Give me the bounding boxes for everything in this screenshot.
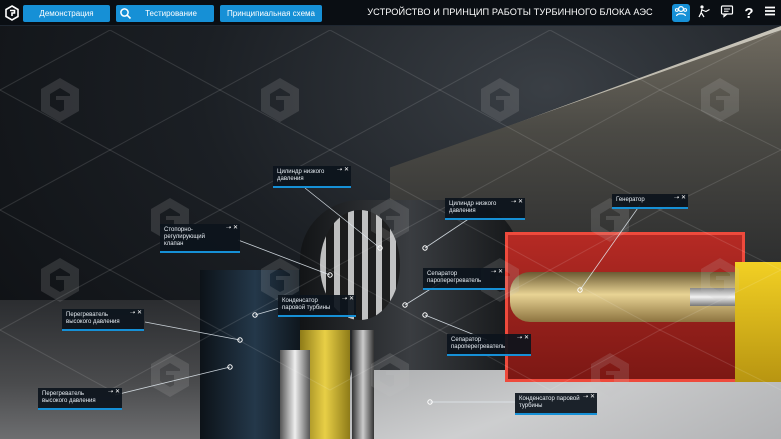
page-title: УСТРОЙСТВО И ПРИНЦИП РАБОТЫ ТУРБИННОГО Б… bbox=[367, 7, 653, 17]
white-pipe bbox=[280, 350, 310, 439]
person-pointer-icon bbox=[697, 4, 711, 23]
callout-steam-condenser-2[interactable]: Конденсатор паровой турбины ⇢ ✕ bbox=[515, 393, 597, 415]
testing-button-label: Тестирование bbox=[145, 9, 197, 18]
callout-controls[interactable]: ⇢ ✕ bbox=[674, 195, 686, 202]
callout-controls[interactable]: ⇢ ✕ bbox=[583, 394, 595, 401]
turbine-hall-3d-viewport[interactable]: Цилиндр низкого давления ⇢ ✕ Цилиндр низ… bbox=[0, 0, 781, 439]
chat-icon bbox=[720, 4, 734, 23]
callout-label: Генератор bbox=[616, 197, 645, 203]
callout-steam-condenser-1[interactable]: Конденсатор паровой турбины ⇢ ✕ bbox=[278, 295, 356, 317]
user-group-icon bbox=[674, 4, 688, 23]
menu-icon bbox=[763, 4, 777, 23]
demo-button[interactable]: Демонстрация bbox=[23, 5, 110, 22]
menu-button[interactable] bbox=[761, 4, 779, 22]
top-toolbar: Демонстрация Тестирование Принципиальная… bbox=[0, 0, 781, 26]
help-icon: ? bbox=[744, 4, 754, 22]
callout-controls[interactable]: ⇢ ✕ bbox=[108, 389, 120, 396]
callout-separator-reheater-2[interactable]: Сепаратор пароперегреватель ⇢ ✕ bbox=[447, 334, 531, 356]
callout-label: Стопорно-регулирующий клапан bbox=[164, 227, 205, 247]
callout-label: Перегреватель высокого давления bbox=[66, 312, 120, 325]
chat-button[interactable] bbox=[718, 4, 736, 22]
callout-stop-control-valve[interactable]: Стопорно-регулирующий клапан ⇢ ✕ bbox=[160, 224, 240, 253]
callout-controls[interactable]: ⇢ ✕ bbox=[511, 199, 523, 206]
search-icon bbox=[119, 7, 132, 20]
callout-controls[interactable]: ⇢ ✕ bbox=[337, 167, 349, 174]
demo-button-label: Демонстрация bbox=[39, 9, 94, 18]
callout-lp-cylinder-2[interactable]: Цилиндр низкого давления ⇢ ✕ bbox=[445, 198, 525, 220]
callout-separator-reheater-1[interactable]: Сепаратор пароперегреватель ⇢ ✕ bbox=[423, 268, 505, 290]
callout-hp-superheater-2[interactable]: Перегреватель высокого давления ⇢ ✕ bbox=[38, 388, 122, 410]
callout-label: Цилиндр низкого давления bbox=[277, 169, 325, 182]
callout-label: Перегреватель высокого давления bbox=[42, 391, 96, 404]
callout-controls[interactable]: ⇢ ✕ bbox=[517, 335, 529, 342]
callout-controls[interactable]: ⇢ ✕ bbox=[342, 296, 354, 303]
schematic-button-label: Принципиальная схема bbox=[227, 9, 315, 18]
callout-generator[interactable]: Генератор ⇢ ✕ bbox=[612, 194, 688, 209]
help-button[interactable]: ? bbox=[740, 4, 758, 22]
callout-label: Сепаратор пароперегреватель bbox=[427, 271, 482, 284]
white-pipe-2 bbox=[352, 330, 374, 439]
user-group-button[interactable] bbox=[672, 4, 690, 22]
schematic-button[interactable]: Принципиальная схема bbox=[220, 5, 322, 22]
app-logo-icon[interactable] bbox=[2, 3, 22, 23]
callout-label: Цилиндр низкого давления bbox=[449, 201, 497, 214]
callout-controls[interactable]: ⇢ ✕ bbox=[130, 310, 142, 317]
callout-lp-cylinder-1[interactable]: Цилиндр низкого давления ⇢ ✕ bbox=[273, 166, 351, 188]
callout-controls[interactable]: ⇢ ✕ bbox=[226, 225, 238, 232]
callout-hp-superheater-1[interactable]: Перегреватель высокого давления ⇢ ✕ bbox=[62, 309, 144, 331]
callout-label: Конденсатор паровой турбины bbox=[282, 298, 331, 311]
callout-controls[interactable]: ⇢ ✕ bbox=[491, 269, 503, 276]
callout-label: Конденсатор паровой турбины bbox=[519, 396, 580, 409]
exciter-housing bbox=[735, 262, 781, 382]
testing-button[interactable]: Тестирование bbox=[116, 5, 214, 22]
pointer-person-button[interactable] bbox=[695, 4, 713, 22]
callout-label: Сепаратор пароперегреватель bbox=[451, 337, 506, 350]
